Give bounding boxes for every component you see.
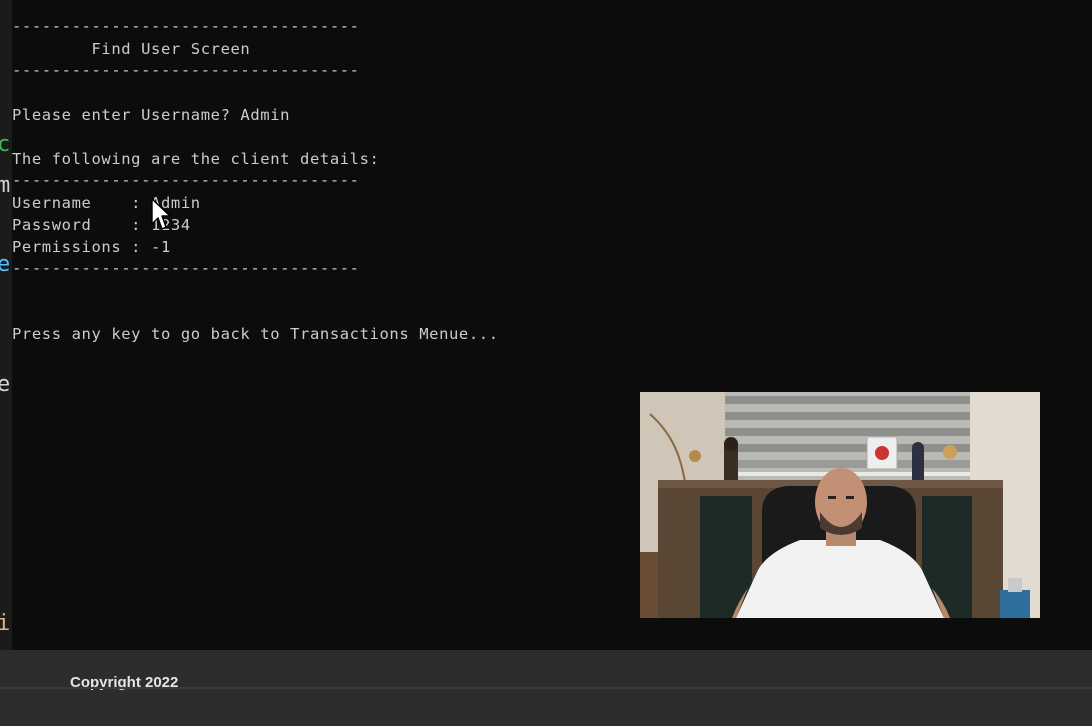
footer-bar: Copyright 2022 [0, 650, 1092, 726]
mouse-pointer-icon [151, 198, 171, 230]
console-screen-title: Find User Screen [12, 40, 251, 58]
presenter-video-icon [640, 392, 1040, 618]
editor-edge-glyph: m [0, 173, 11, 198]
webcam-overlay [640, 392, 1040, 618]
console-username-prompt: Please enter Username? Admin [12, 106, 291, 124]
console-divider: ----------------------------------- [12, 61, 360, 79]
console-details-heading: The following are the client details: [12, 150, 380, 168]
console-field-username: Username : Admin [12, 194, 201, 212]
console-divider: ----------------------------------- [12, 17, 360, 35]
console-divider: ----------------------------------- [12, 171, 360, 189]
footer-divider [0, 687, 1092, 689]
editor-edge-glyph: e [0, 372, 11, 397]
console-continue-prompt: Press any key to go back to Transactions… [12, 325, 499, 343]
editor-edge-glyph: i [0, 611, 11, 636]
editor-edge-glyph: e [0, 252, 11, 277]
editor-edge-strip: c m e e i [0, 0, 12, 650]
console-divider: ----------------------------------- [12, 259, 360, 277]
editor-edge-glyph: c [0, 132, 11, 157]
screen: c m e e i ------------------------------… [0, 0, 1092, 726]
console-field-permissions: Permissions : -1 [12, 238, 171, 256]
